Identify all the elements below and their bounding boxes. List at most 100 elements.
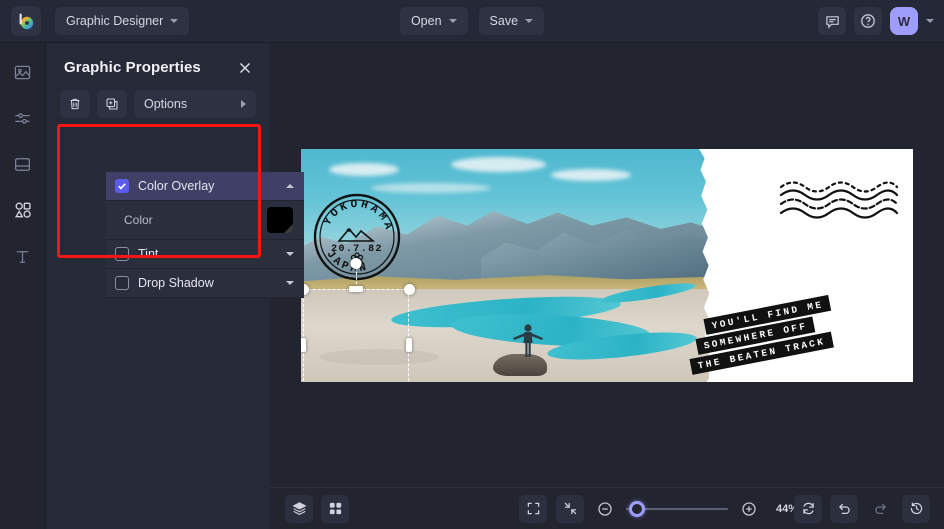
trash-icon	[68, 97, 82, 111]
zoom-in-button[interactable]	[737, 497, 761, 521]
color-overlay-checkbox[interactable]	[115, 179, 129, 193]
undo-button[interactable]	[830, 494, 858, 523]
history-button[interactable]	[902, 494, 930, 523]
selection-outline	[303, 289, 409, 382]
shapes-icon	[13, 200, 33, 220]
page-title: Graphic Properties	[64, 59, 201, 76]
shrink-icon	[563, 501, 578, 516]
zoom-out-icon	[597, 501, 613, 517]
drop-shadow-label: Drop Shadow	[138, 276, 214, 290]
zoom-slider[interactable]	[626, 500, 728, 518]
image-icon	[13, 63, 32, 82]
sliders-icon	[13, 109, 32, 128]
drop-shadow-checkbox[interactable]	[115, 276, 129, 290]
sidebar-item-layout[interactable]	[8, 149, 38, 179]
duplicate-icon	[105, 97, 119, 111]
sidebar-item-graphics[interactable]	[8, 195, 38, 225]
befunky-color-wheel-logo	[17, 12, 35, 30]
comment-icon	[825, 14, 840, 29]
close-panel-button[interactable]	[238, 61, 252, 75]
yokohama-stamp[interactable]: YOKOHAMA JAPAN 20.7.82	[311, 191, 403, 283]
document-name-button[interactable]: Graphic Designer	[55, 7, 190, 35]
user-avatar[interactable]: W	[890, 7, 918, 35]
selection-frame[interactable]	[301, 258, 415, 382]
layers-button[interactable]	[285, 494, 313, 523]
duplicate-button[interactable]	[97, 90, 127, 118]
reset-button[interactable]	[794, 494, 822, 523]
color-label: Color	[124, 213, 153, 227]
postcard-quote: YOU'LL FIND ME SOMEWHERE OFF THE BEATEN …	[689, 291, 891, 375]
zoom-slider-thumb[interactable]	[629, 500, 645, 517]
color-overlay-label: Color Overlay	[138, 179, 215, 193]
app-logo-button[interactable]	[11, 6, 41, 36]
sidebar-item-adjust[interactable]	[8, 103, 38, 133]
color-swatch[interactable]	[267, 207, 293, 233]
help-circle-icon	[860, 13, 876, 29]
text-t-icon	[13, 247, 32, 266]
effect-row-drop-shadow[interactable]: Drop Shadow	[106, 269, 304, 298]
comment-button[interactable]	[818, 7, 846, 35]
save-label: Save	[489, 14, 519, 28]
chevron-down-icon[interactable]	[286, 252, 294, 256]
person-silhouette	[511, 321, 545, 361]
options-button[interactable]: Options	[134, 90, 256, 118]
avatar-initial: W	[897, 13, 911, 29]
postmark-waves	[779, 177, 899, 219]
grid-button[interactable]	[321, 494, 349, 523]
panel-toolbar: Options	[46, 76, 270, 118]
zoom-out-button[interactable]	[593, 497, 617, 521]
reset-rotate-icon	[801, 501, 816, 516]
tint-checkbox[interactable]	[115, 247, 129, 261]
chevron-down-icon	[170, 19, 179, 23]
chevron-down-icon	[525, 19, 534, 23]
undo-icon	[837, 501, 852, 516]
delete-button[interactable]	[60, 90, 90, 118]
rotation-handle[interactable]	[350, 258, 362, 269]
effect-row-color-overlay[interactable]: Color Overlay	[106, 172, 304, 201]
redo-button[interactable]	[866, 495, 894, 523]
panel-header: Graphic Properties	[46, 43, 270, 76]
help-button[interactable]	[854, 7, 882, 35]
handle-top-center[interactable]	[349, 286, 363, 292]
effect-row-tint[interactable]: Tint	[106, 240, 304, 269]
top-right-actions: W	[818, 7, 934, 35]
fit-screen-button[interactable]	[519, 494, 547, 523]
sidebar-item-image[interactable]	[8, 57, 38, 87]
handle-middle-left[interactable]	[301, 338, 306, 352]
graphic-properties-panel: Graphic Properties Options Color Overlay…	[46, 43, 304, 529]
close-x-icon	[238, 61, 252, 75]
chevron-up-icon[interactable]	[286, 184, 294, 188]
document-name-label: Graphic Designer	[66, 14, 164, 28]
options-label: Options	[144, 97, 188, 111]
cloud	[551, 169, 631, 181]
top-bar: Graphic Designer Open Save W	[0, 0, 944, 43]
open-button[interactable]: Open	[399, 7, 468, 35]
bottom-toolbar: 44%	[270, 487, 944, 529]
chevron-down-icon[interactable]	[286, 281, 294, 285]
design-stage[interactable]: YOU'LL FIND ME SOMEWHERE OFF THE BEATEN …	[301, 149, 913, 382]
history-clock-icon	[909, 501, 924, 516]
chevron-right-icon	[241, 100, 246, 108]
left-tool-rail	[0, 43, 46, 529]
account-chevron-down-icon[interactable]	[926, 19, 934, 23]
tint-label: Tint	[138, 247, 159, 261]
canvas-area[interactable]: YOU'LL FIND ME SOMEWHERE OFF THE BEATEN …	[270, 43, 944, 487]
chevron-down-icon	[448, 19, 457, 23]
redo-icon	[873, 501, 888, 516]
layout-icon	[13, 155, 32, 174]
layers-icon	[291, 501, 307, 516]
color-property-row: Color	[106, 201, 304, 240]
fit-screen-icon	[526, 501, 541, 516]
handle-top-right[interactable]	[403, 283, 415, 295]
file-actions: Open Save	[399, 7, 545, 35]
zoom-in-icon	[741, 501, 757, 517]
grid-icon	[328, 501, 343, 516]
effects-list: Color Overlay Color Tint Drop Shadow	[106, 172, 304, 298]
shrink-button[interactable]	[556, 494, 584, 523]
sidebar-item-text[interactable]	[8, 241, 38, 271]
cloud	[329, 163, 399, 176]
handle-middle-right[interactable]	[406, 338, 412, 352]
cloud	[451, 157, 546, 172]
save-button[interactable]: Save	[478, 7, 545, 35]
open-label: Open	[410, 14, 442, 28]
